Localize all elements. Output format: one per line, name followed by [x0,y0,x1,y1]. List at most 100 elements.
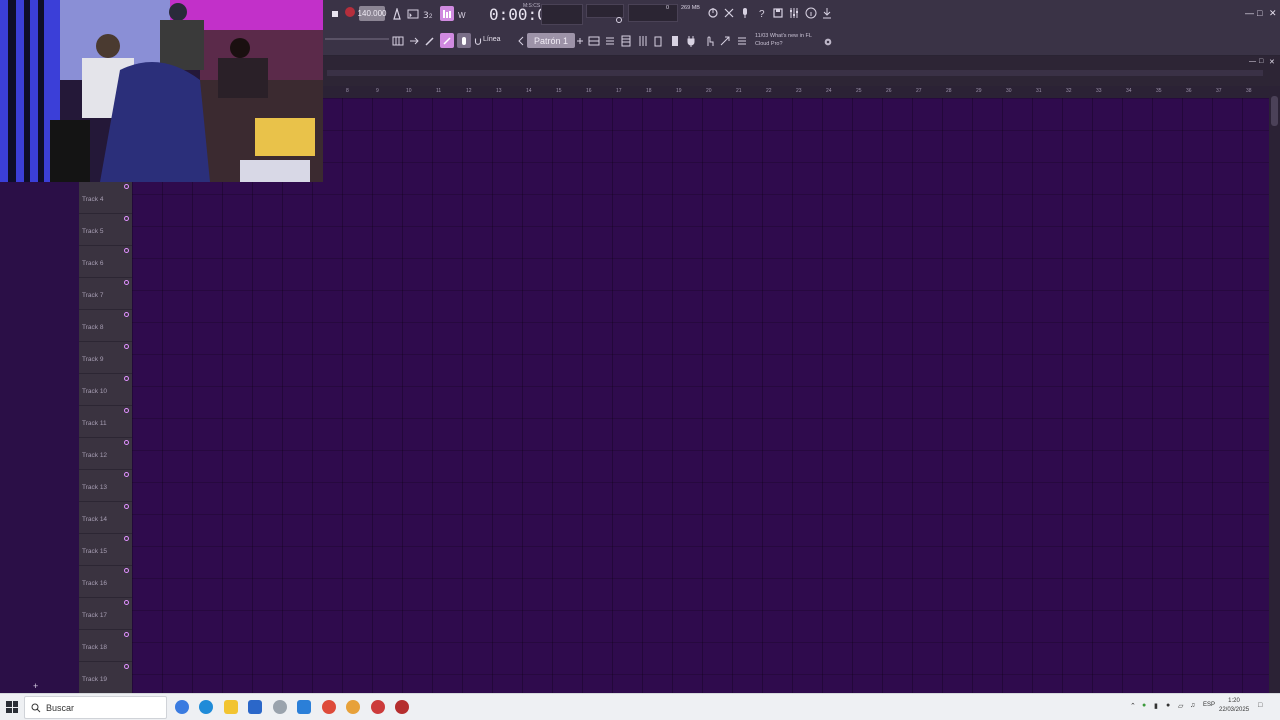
touch-icon[interactable] [703,34,715,48]
tray-battery-icon[interactable]: ▮ [1154,702,1158,710]
download-icon[interactable] [821,6,833,20]
tray-chevron-icon[interactable]: ⌃ [1130,702,1136,710]
playlist-icon[interactable] [588,34,600,48]
track-mute-indicator[interactable] [124,440,129,445]
countdown-icon[interactable]: 32 [423,7,435,21]
tray-network-icon[interactable]: ▱ [1178,702,1183,710]
vertical-scroll-thumb[interactable] [1271,96,1278,126]
pattern-prev-icon[interactable] [517,34,525,48]
cut-icon[interactable] [723,6,735,20]
copilot-icon[interactable] [175,700,189,714]
track-row[interactable]: Track 17 [79,598,132,630]
playlist-minimize-icon[interactable]: — [1249,58,1256,65]
settings-gear-icon[interactable] [273,700,287,714]
track-row[interactable]: Track 14 [79,502,132,534]
track-row[interactable]: Track 12 [79,438,132,470]
piano-roll-icon[interactable] [391,34,405,48]
taskbar-search[interactable]: Buscar [24,696,167,719]
track-mute-indicator[interactable] [124,600,129,605]
timeline-ruler[interactable]: 8 9 10 11 12 13 14 15 16 17 18 19 20 21 22 23 24 25 26 27 28… [323,86,1269,98]
chrome-icon[interactable] [322,700,336,714]
vertical-scrollbar[interactable] [1269,86,1280,693]
playlist-close-icon[interactable]: ✕ [1269,58,1275,66]
vscode-icon[interactable] [297,700,311,714]
windows-start-icon[interactable] [6,701,18,713]
magnet-icon[interactable] [473,34,483,48]
track-row[interactable]: Track 18 [79,630,132,662]
track-row[interactable]: Track 19 [79,662,132,694]
track-row[interactable]: Track 5 [79,214,132,246]
mixer-icon[interactable] [788,6,800,20]
help-icon[interactable]: ? [756,6,768,20]
piano-icon[interactable] [620,34,632,48]
undo-icon[interactable] [707,6,719,20]
track-mute-indicator[interactable] [124,312,129,317]
playlist-grid[interactable] [132,98,1269,693]
snap-selector[interactable]: Línea [483,36,501,43]
close-icon[interactable]: ✕ [1269,8,1277,19]
notifications-icon[interactable]: □ [1258,702,1262,709]
track-mute-indicator[interactable] [124,344,129,349]
fl-studio-icon[interactable] [346,700,360,714]
plugin-icon[interactable] [719,34,731,48]
maximize-icon[interactable]: □ [1257,8,1262,18]
plug-icon[interactable] [685,34,697,48]
menu-lines-icon[interactable] [736,34,748,48]
track-mute-indicator[interactable] [124,376,129,381]
track-mute-indicator[interactable] [124,408,129,413]
tray-volume-icon[interactable]: ♫ [1190,702,1195,709]
track-mute-indicator[interactable] [124,472,129,477]
pattern-add-icon[interactable] [576,34,584,48]
arrow-right-icon[interactable] [408,34,420,48]
pattern-selector[interactable]: Patrón 1 [527,33,575,48]
master-volume-slider[interactable] [325,36,389,42]
metronome-icon[interactable] [391,7,403,21]
track-row[interactable]: Track 4 [79,182,132,214]
track-row[interactable]: Track 8 [79,310,132,342]
track-row[interactable]: Track 16 [79,566,132,598]
track-row[interactable]: Track 15 [79,534,132,566]
file-explorer-icon[interactable] [224,700,238,714]
pencil-icon[interactable] [424,34,436,48]
tray-mic-icon[interactable]: ● [1166,702,1170,709]
edge-icon[interactable] [199,700,213,714]
tray-app-icon[interactable]: ● [1142,702,1146,709]
track-mute-indicator[interactable] [124,632,129,637]
track-row[interactable]: Track 11 [79,406,132,438]
wait-input-icon[interactable]: ⏵ [407,7,419,21]
track-row[interactable]: Track 10 [79,374,132,406]
minimize-icon[interactable]: — [1245,8,1254,18]
track-mute-indicator[interactable] [124,248,129,253]
chrome-profile-icon[interactable] [371,700,385,714]
mic-icon[interactable] [739,6,751,20]
stop-button[interactable] [329,7,341,21]
news-settings-icon[interactable] [823,35,833,49]
track-row[interactable]: Track 7 [79,278,132,310]
calculator-icon[interactable] [248,700,262,714]
playlist-restore-icon[interactable]: □ [1259,58,1263,65]
track-row[interactable]: Track 6 [79,246,132,278]
language-indicator[interactable]: ESP [1203,702,1215,708]
channel-rack-icon[interactable] [604,34,616,48]
track-mute-indicator[interactable] [124,664,129,669]
info-icon[interactable] [805,6,817,20]
track-mute-indicator[interactable] [124,280,129,285]
step-edit-icon[interactable] [440,6,454,21]
loop-record-icon[interactable]: W [457,7,471,21]
link-icon[interactable] [440,33,454,48]
mixer-sliders-icon[interactable] [637,34,649,48]
small-circle-icon[interactable] [615,16,623,24]
track-mute-indicator[interactable] [124,216,129,221]
taskbar-clock[interactable]: 1:20 22/03/2025 [1219,697,1249,715]
record-button[interactable] [345,7,355,17]
recorder-icon[interactable] [395,700,409,714]
save-icon[interactable] [772,6,784,20]
track-mute-indicator[interactable] [124,184,129,189]
horizontal-scrollbar[interactable] [327,70,1263,76]
track-mute-indicator[interactable] [124,536,129,541]
hand-icon[interactable] [457,33,471,48]
track-row[interactable]: Track 9 [79,342,132,374]
tempo-display[interactable]: 140.000 [358,6,386,21]
track-row[interactable]: Track 13 [79,470,132,502]
document-icon[interactable] [669,34,681,48]
